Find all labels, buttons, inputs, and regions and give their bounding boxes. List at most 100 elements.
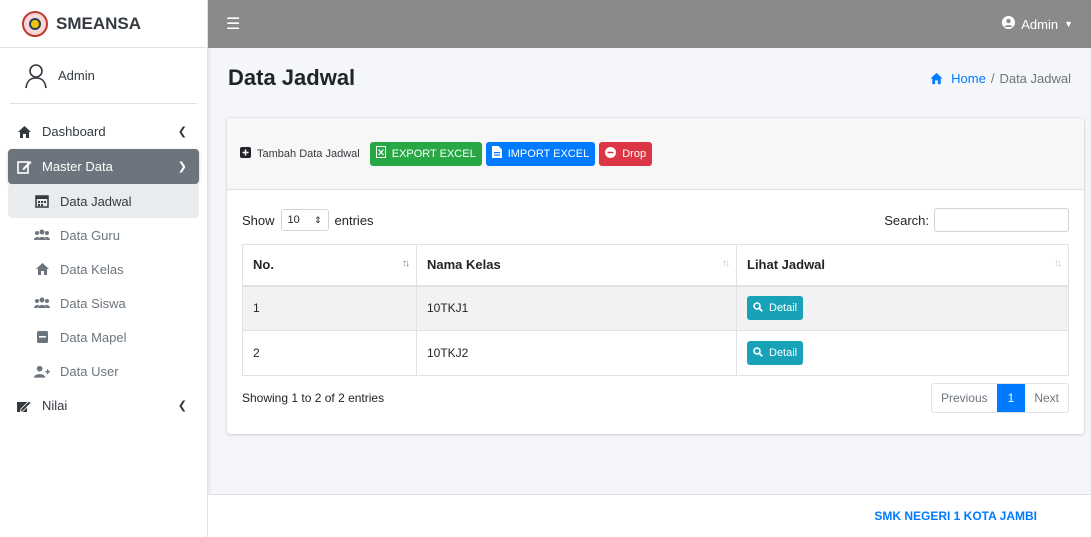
brand-link[interactable]: SMEANSA bbox=[0, 0, 207, 48]
users-icon bbox=[34, 227, 50, 243]
cell-nama-kelas: 10TKJ1 bbox=[416, 285, 737, 331]
search-icon bbox=[753, 346, 763, 360]
table-header-row: No. ↑↓ Nama Kelas ↑↓ Lihat Jadwal ↑↓ bbox=[242, 244, 1069, 287]
master-data-submenu: Data Jadwal Data Guru Data Kelas Data Si… bbox=[8, 184, 199, 388]
pagination-page-1[interactable]: 1 bbox=[996, 384, 1026, 412]
datatable-search: Search: bbox=[884, 208, 1069, 232]
sidebar-item-data-guru[interactable]: Data Guru bbox=[8, 218, 199, 252]
sort-icon: ↑↓ bbox=[402, 258, 410, 269]
drop-label: Drop bbox=[622, 147, 647, 160]
breadcrumb-home-label: Home bbox=[951, 70, 986, 86]
detail-button[interactable]: Detail bbox=[747, 341, 804, 365]
cell-no: 1 bbox=[242, 285, 417, 331]
plus-square-icon bbox=[240, 146, 251, 161]
sidebar-item-nilai[interactable]: Nilai ❮ bbox=[8, 388, 199, 423]
column-header-no[interactable]: No. ↑↓ bbox=[242, 244, 417, 287]
column-header-nama-kelas[interactable]: Nama Kelas ↑↓ bbox=[416, 244, 737, 287]
sidebar-item-label: Data User bbox=[60, 363, 119, 379]
brand-name: SMEANSA bbox=[56, 13, 142, 33]
signature-icon bbox=[16, 398, 32, 414]
entries-select[interactable]: 10 ⇕ bbox=[280, 209, 329, 231]
sidebar: SMEANSA Admin Dashboard ❮ Master Data ❯ bbox=[0, 0, 208, 537]
caret-down-icon: ▼ bbox=[1064, 19, 1073, 29]
home-icon bbox=[16, 124, 32, 140]
user-name: Admin bbox=[58, 68, 95, 83]
page-title: Data Jadwal bbox=[228, 65, 356, 90]
datatable-controls: Show 10 ⇕ entries Search: bbox=[242, 206, 1069, 234]
breadcrumb-current: Data Jadwal bbox=[999, 70, 1071, 86]
breadcrumb-home-link[interactable]: Home bbox=[929, 71, 986, 86]
sidebar-item-data-mapel[interactable]: Data Mapel bbox=[8, 320, 199, 354]
drop-button[interactable]: Drop bbox=[599, 141, 653, 166]
footer-text: SMK NEGERI 1 KOTA JAMBI bbox=[874, 509, 1037, 523]
sort-icon: ↑↓ bbox=[722, 258, 730, 269]
sidebar-item-label: Data Jadwal bbox=[60, 193, 132, 209]
sidebar-item-label: Data Guru bbox=[60, 227, 120, 243]
pagination: Previous 1 Next bbox=[930, 383, 1069, 413]
users-icon bbox=[34, 295, 50, 311]
export-excel-button[interactable]: EXPORT EXCEL bbox=[369, 141, 482, 166]
sidebar-item-dashboard[interactable]: Dashboard ❮ bbox=[8, 114, 199, 149]
show-label: Show bbox=[242, 212, 275, 228]
data-jadwal-card: Tambah Data Jadwal EXPORT EXCEL IMPORT E… bbox=[227, 118, 1084, 434]
school-logo-icon bbox=[22, 10, 48, 37]
sidebar-item-label: Data Kelas bbox=[60, 261, 124, 277]
column-header-label: No. bbox=[253, 257, 274, 273]
search-input[interactable] bbox=[934, 208, 1069, 232]
file-excel-icon bbox=[375, 146, 386, 161]
content-header: Data Jadwal Home / Data Jadwal bbox=[208, 48, 1091, 108]
column-header-lihat-jadwal[interactable]: Lihat Jadwal ↑↓ bbox=[736, 244, 1069, 287]
sort-updown-icon: ⇕ bbox=[313, 214, 322, 225]
entries-label: entries bbox=[334, 212, 374, 228]
sidebar-item-data-siswa[interactable]: Data Siswa bbox=[8, 286, 199, 320]
sidebar-item-data-user[interactable]: Data User bbox=[8, 354, 199, 388]
minus-circle-icon bbox=[605, 146, 617, 161]
sidebar-item-label: Master Data bbox=[42, 159, 113, 174]
table-info: Showing 1 to 2 of 2 entries bbox=[242, 391, 385, 405]
import-excel-label: IMPORT EXCEL bbox=[507, 147, 590, 160]
entries-length: Show 10 ⇕ entries bbox=[242, 209, 374, 231]
add-jadwal-label: Tambah Data Jadwal bbox=[257, 147, 360, 160]
chevron-left-icon: ❮ bbox=[177, 126, 187, 138]
calendar-icon bbox=[34, 193, 50, 209]
user-outline-icon bbox=[25, 63, 47, 88]
sidebar-item-data-kelas[interactable]: Data Kelas bbox=[8, 252, 199, 286]
home-icon bbox=[34, 261, 50, 277]
column-header-label: Lihat Jadwal bbox=[747, 257, 826, 273]
page-footer: SMK NEGERI 1 KOTA JAMBI bbox=[208, 494, 1091, 537]
sidebar-item-master-data[interactable]: Master Data ❯ bbox=[8, 149, 199, 184]
detail-label: Detail bbox=[769, 302, 798, 315]
add-jadwal-button[interactable]: Tambah Data Jadwal bbox=[240, 146, 360, 161]
search-label: Search: bbox=[884, 212, 929, 228]
cell-action: Detail bbox=[736, 330, 1069, 376]
top-navbar: ☰ Admin ▼ bbox=[208, 0, 1091, 48]
sidebar-item-label: Nilai bbox=[42, 398, 68, 413]
sidebar-nav: Dashboard ❮ Master Data ❯ Data Jadwal Da… bbox=[0, 104, 207, 423]
edit-icon bbox=[16, 159, 32, 175]
import-excel-button[interactable]: IMPORT EXCEL bbox=[485, 141, 596, 166]
pagination-next[interactable]: Next bbox=[1025, 384, 1068, 412]
search-icon bbox=[753, 301, 763, 315]
cell-no: 2 bbox=[242, 330, 417, 376]
pagination-previous[interactable]: Previous bbox=[932, 384, 997, 412]
detail-label: Detail bbox=[769, 347, 798, 359]
jadwal-table: No. ↑↓ Nama Kelas ↑↓ Lihat Jadwal ↑↓ 1 1… bbox=[242, 244, 1069, 376]
user-dropdown[interactable]: Admin ▼ bbox=[1002, 16, 1073, 32]
menu-toggle-icon[interactable]: ☰ bbox=[226, 14, 240, 34]
user-plus-icon bbox=[34, 363, 50, 379]
sidebar-item-label: Data Siswa bbox=[60, 295, 126, 311]
sidebar-item-data-jadwal[interactable]: Data Jadwal bbox=[8, 184, 199, 218]
sidebar-item-label: Data Mapel bbox=[60, 329, 127, 345]
breadcrumb: Home / Data Jadwal bbox=[929, 71, 1071, 86]
breadcrumb-separator: / bbox=[990, 70, 995, 86]
user-circle-icon bbox=[1002, 16, 1016, 32]
column-header-label: Nama Kelas bbox=[427, 257, 501, 273]
table-row: 2 10TKJ2 Detail bbox=[242, 330, 1069, 376]
user-dropdown-label: Admin bbox=[1021, 16, 1059, 32]
user-panel[interactable]: Admin bbox=[10, 48, 197, 104]
chevron-left-icon: ❮ bbox=[177, 400, 187, 412]
card-toolbar: Tambah Data Jadwal EXPORT EXCEL IMPORT E… bbox=[227, 118, 1084, 190]
home-icon bbox=[930, 72, 943, 84]
table-row: 1 10TKJ1 Detail bbox=[242, 285, 1069, 331]
detail-button[interactable]: Detail bbox=[747, 296, 804, 321]
